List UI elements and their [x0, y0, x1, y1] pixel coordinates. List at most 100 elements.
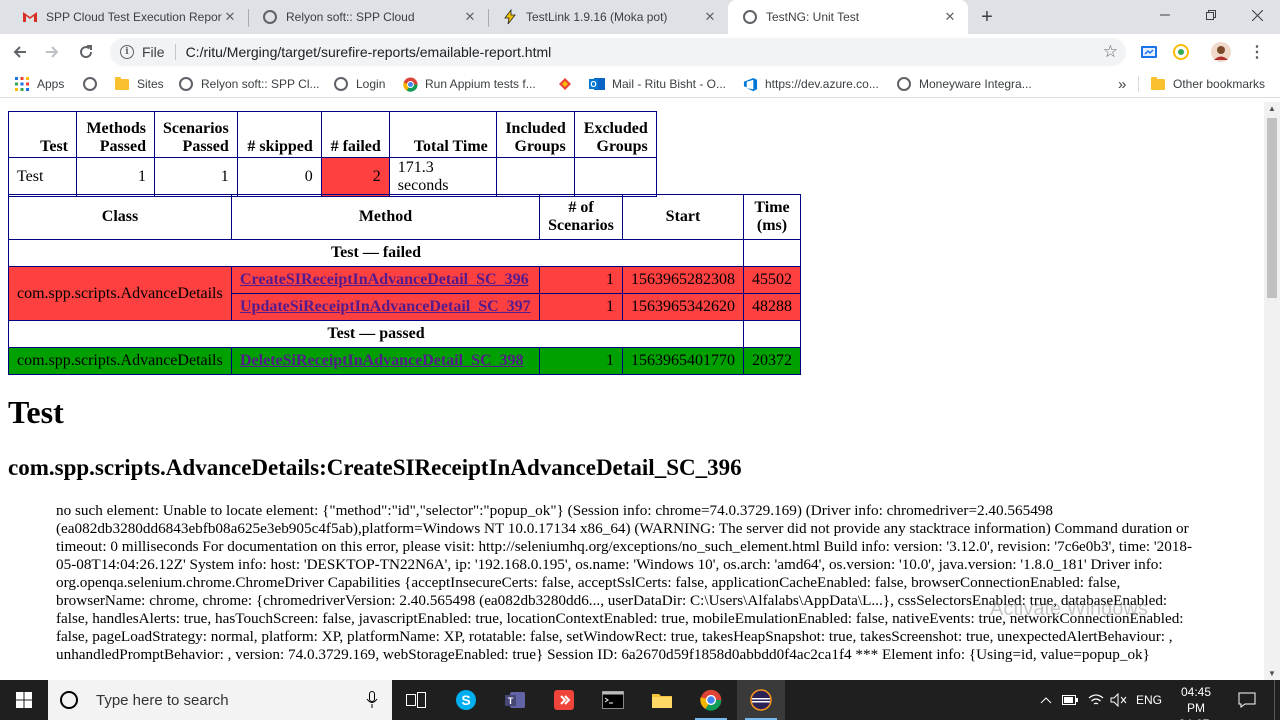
menu-dots-icon[interactable]: ⋮: [1247, 42, 1267, 62]
back-icon[interactable]: [8, 40, 32, 64]
taskbar-search-box[interactable]: Type here to search: [48, 680, 392, 720]
language-indicator[interactable]: ENG: [1136, 680, 1162, 720]
bookmark-other[interactable]: Other bookmarks: [1150, 75, 1265, 93]
header-failed: # failed: [320, 111, 390, 158]
cell-scenarios-passed: 1: [154, 157, 238, 197]
testlink-icon: [502, 9, 518, 25]
bookmark-mail[interactable]: O Mail - Ritu Bisht - O...: [589, 75, 726, 93]
divider: [174, 44, 176, 60]
scenarios-cell: 1: [539, 347, 623, 375]
method-link[interactable]: CreateSIReceiptInAdvanceDetail_SC_396: [240, 271, 529, 288]
address-bar[interactable]: i File C:/ritu/Merging/target/surefire-r…: [110, 38, 1126, 66]
extension-icon[interactable]: [1171, 42, 1191, 62]
show-desktop[interactable]: [1274, 680, 1275, 720]
restore-icon[interactable]: [1188, 0, 1234, 30]
info-icon[interactable]: i: [120, 45, 134, 59]
failed-group-row: Test — failed: [8, 239, 801, 267]
volume-muted-icon[interactable]: [1110, 680, 1128, 720]
close-icon[interactable]: ✕: [702, 9, 718, 25]
wifi-icon[interactable]: [1088, 680, 1104, 720]
scroll-up-icon[interactable]: ▲: [1268, 104, 1276, 113]
skype-icon[interactable]: S: [442, 680, 490, 720]
notifications-icon[interactable]: [1238, 680, 1256, 720]
bookmark-colorful[interactable]: [557, 75, 580, 93]
forward-icon[interactable]: [40, 40, 64, 64]
chrome-icon: [402, 76, 418, 92]
cell-methods-passed: 1: [76, 157, 155, 197]
header-scenarios-passed: Scenarios Passed: [154, 111, 238, 158]
show-hidden-icons[interactable]: [1040, 680, 1052, 720]
bookmark-login[interactable]: Login: [333, 75, 385, 93]
svg-text:T: T: [508, 696, 514, 706]
screenshot-extension-icon[interactable]: [1139, 42, 1159, 62]
tab-spp-report[interactable]: SPP Cloud Test Execution Report ✕: [8, 0, 248, 34]
bookmark-sites[interactable]: Sites: [114, 75, 164, 93]
scenarios-cell: 1: [539, 293, 623, 321]
url-text[interactable]: C:/ritu/Merging/target/surefire-reports/…: [186, 44, 552, 60]
task-view-icon[interactable]: [392, 680, 440, 720]
bookmark-azure[interactable]: https://dev.azure.co...: [742, 75, 879, 93]
battery-icon[interactable]: [1062, 680, 1078, 720]
bookmark-label: Mail - Ritu Bisht - O...: [612, 77, 727, 91]
detail-header-row: Class Method # of Scenarios Start Time (…: [8, 194, 801, 240]
anydesk-icon[interactable]: [540, 680, 588, 720]
bookmark-appium[interactable]: Run Appium tests f...: [402, 75, 536, 93]
tab-title: Relyon soft:: SPP Cloud: [286, 10, 415, 24]
bookmark-star-icon[interactable]: ☆: [1103, 42, 1118, 62]
header-methods-passed: Methods Passed: [76, 111, 155, 158]
bookmark-relyon[interactable]: Relyon soft:: SPP Cl...: [178, 75, 320, 93]
globe-icon: [333, 76, 349, 92]
header-included-groups: Included Groups: [495, 111, 575, 158]
apps-grid-icon: [14, 76, 30, 92]
header-class: Class: [8, 194, 232, 240]
more-bookmarks-icon[interactable]: »: [1118, 75, 1126, 93]
summary-row: Test 1 1 0 2 171.3 seconds: [8, 157, 657, 197]
scroll-down-icon[interactable]: ▼: [1268, 669, 1276, 678]
command-prompt-icon[interactable]: [589, 680, 637, 720]
microphone-icon[interactable]: [366, 691, 378, 713]
summary-header-row: Test Methods Passed Scenarios Passed # s…: [8, 111, 657, 158]
bookmark-apps[interactable]: Apps: [14, 75, 64, 93]
close-icon[interactable]: ✕: [462, 9, 478, 25]
divider: [1138, 76, 1139, 92]
tab-testng[interactable]: TestNG: Unit Test ✕: [728, 0, 968, 34]
tab-testlink[interactable]: TestLink 1.9.16 (Moka pot) ✕: [488, 0, 728, 34]
method-link[interactable]: UpdateSiReceiptInAdvanceDetail_SC_397: [240, 298, 531, 315]
new-tab-icon[interactable]: +: [976, 6, 998, 28]
passed-class-cell: com.spp.scripts.AdvanceDetails: [8, 347, 232, 375]
bookmark-globe[interactable]: [82, 75, 105, 93]
bookmark-moneyware[interactable]: Moneyware Integra...: [896, 75, 1032, 93]
file-explorer-icon[interactable]: [638, 680, 686, 720]
cell-excluded-groups: [573, 157, 657, 197]
eclipse-icon[interactable]: [737, 680, 785, 720]
header-test: Test: [8, 111, 77, 158]
passed-group-label: Test — passed: [8, 320, 744, 348]
empty-cell: [743, 239, 801, 267]
method-link[interactable]: DeleteSiReceiptInAdvanceDetail_SC_398: [240, 352, 524, 369]
scrollbar-thumb[interactable]: [1267, 118, 1277, 298]
chrome-taskbar-icon[interactable]: [687, 680, 735, 720]
bookmarks-bar: Apps Sites Relyon soft:: SPP Cl... Login…: [0, 70, 1280, 98]
clock[interactable]: 04:45 PM 24-07-19: [1172, 684, 1220, 720]
close-window-icon[interactable]: [1234, 0, 1280, 30]
error-line: timeout: 0 milliseconds For documentatio…: [56, 538, 1193, 555]
close-icon[interactable]: ✕: [222, 9, 238, 25]
cell-failed: 2: [320, 157, 390, 197]
minimize-icon[interactable]: [1142, 0, 1188, 30]
error-line: 05-08T14:04:26.12Z' System info: host: '…: [56, 556, 1163, 573]
error-line: (ea082db3280dd6843ebfb08a625e3eb905c4f5a…: [56, 520, 1189, 537]
close-icon[interactable]: ✕: [942, 9, 958, 25]
teams-icon[interactable]: T: [491, 680, 539, 720]
method-heading: com.spp.scripts.AdvanceDetails:CreateSIR…: [8, 455, 742, 480]
gmail-icon: [22, 9, 38, 25]
search-placeholder: Type here to search: [96, 691, 229, 709]
time-cell: 20372: [743, 347, 801, 375]
reload-icon[interactable]: [74, 40, 98, 64]
folder-icon: [114, 76, 130, 92]
windows-start-icon[interactable]: [0, 680, 48, 720]
error-line: no such element: Unable to locate elemen…: [56, 502, 1053, 519]
method-cell: CreateSIReceiptInAdvanceDetail_SC_396: [231, 266, 540, 294]
vertical-scrollbar[interactable]: ▲ ▼: [1264, 102, 1280, 680]
avatar[interactable]: [1211, 42, 1231, 62]
tab-relyon[interactable]: Relyon soft:: SPP Cloud ✕: [248, 0, 488, 34]
